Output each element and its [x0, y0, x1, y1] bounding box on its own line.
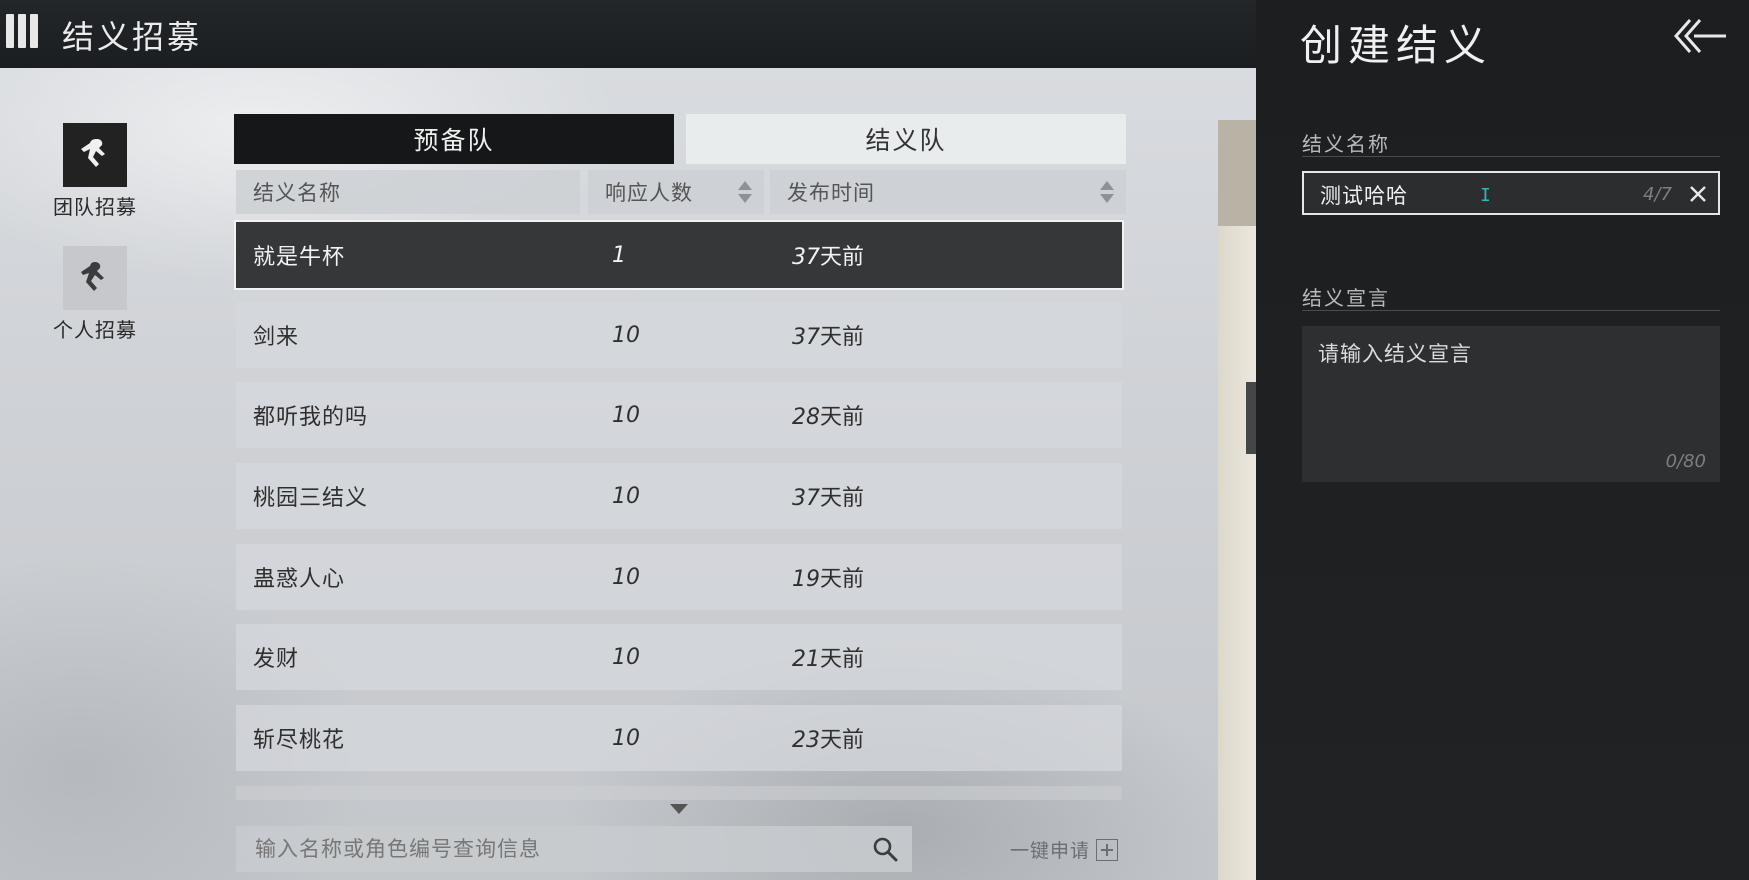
- divider: [1302, 156, 1720, 157]
- table-row[interactable]: 剑来 10 37天前: [236, 302, 1122, 368]
- clear-icon[interactable]: [1688, 184, 1708, 204]
- scroll-down-indicator-icon[interactable]: [670, 804, 688, 814]
- row-count: 10: [612, 564, 640, 590]
- top-bar: 结义招募: [0, 0, 1256, 68]
- search-icon[interactable]: [872, 836, 898, 862]
- row-days: 37: [792, 486, 820, 511]
- one-click-apply-button[interactable]: 一键申请: [1010, 836, 1119, 863]
- row-days: 21: [792, 647, 820, 672]
- table-row[interactable]: 都听我的吗 10 28天前: [236, 382, 1122, 448]
- row-time: 21天前: [792, 641, 864, 673]
- row-count: 10: [612, 483, 640, 509]
- row-time: 19天前: [792, 561, 864, 593]
- table-row[interactable]: 就是牛杯 1 37天前: [234, 220, 1124, 290]
- row-count: 10: [612, 322, 640, 348]
- declaration-field: 0/80: [1302, 326, 1720, 482]
- row-days: 37: [792, 245, 820, 270]
- row-time: 28天前: [792, 399, 864, 431]
- row-name: 桃园三结义: [253, 486, 369, 511]
- row-time: 37天前: [792, 239, 864, 271]
- table-row-partial: [236, 786, 1122, 800]
- scroll-edge-cap: [1218, 120, 1256, 226]
- one-click-apply-label: 一键申请: [1010, 840, 1091, 862]
- back-arrow-icon[interactable]: [1672, 16, 1728, 56]
- sort-icon[interactable]: [738, 181, 752, 203]
- menu-icon[interactable]: [6, 14, 42, 48]
- row-time: 37天前: [792, 319, 864, 351]
- row-days: 37: [792, 325, 820, 350]
- row-time: 37天前: [792, 480, 864, 512]
- row-days-suffix: 天前: [820, 405, 865, 430]
- tab-reserve-team[interactable]: 预备队: [234, 114, 674, 164]
- row-time: 23天前: [792, 722, 864, 754]
- scroll-edge-band: [1246, 382, 1256, 454]
- row-days-suffix: 天前: [820, 486, 865, 511]
- name-field: I 4/7: [1302, 171, 1720, 215]
- column-header-time[interactable]: 发布时间: [770, 170, 1126, 214]
- search-input[interactable]: [253, 836, 857, 862]
- main-area: 团队招募 个人招募 预备队 结义队 结义名称 响应人数 发布时间 就是牛杯 1 …: [0, 68, 1256, 880]
- nav-personal-recruit[interactable]: 个人招募: [48, 246, 142, 343]
- create-sworn-panel: 创建结义 结义名称 I 4/7 结义宣言 0/80: [1256, 0, 1749, 880]
- column-header-time-label: 发布时间: [787, 181, 875, 205]
- name-input[interactable]: [1318, 179, 1582, 211]
- plus-icon: [1096, 838, 1119, 861]
- row-name: 发财: [253, 647, 300, 672]
- name-char-counter: 4/7: [1643, 184, 1672, 205]
- row-name: 剑来: [253, 325, 300, 350]
- row-days-suffix: 天前: [820, 647, 865, 672]
- row-days-suffix: 天前: [820, 245, 865, 270]
- table-row[interactable]: 蛊惑人心 10 19天前: [236, 544, 1122, 610]
- column-header-name: 结义名称: [236, 170, 580, 214]
- nav-team-recruit-label: 团队招募: [53, 195, 137, 219]
- name-field-label: 结义名称: [1302, 132, 1390, 156]
- row-name: 斩尽桃花: [253, 728, 346, 753]
- table-row[interactable]: 桃园三结义 10 37天前: [236, 463, 1122, 529]
- background-scroll-edge: [1218, 120, 1256, 880]
- sort-icon[interactable]: [1100, 181, 1114, 203]
- row-name: 就是牛杯: [253, 245, 346, 270]
- team-recruit-icon: [63, 123, 127, 187]
- declaration-field-label: 结义宣言: [1302, 286, 1390, 310]
- panel-title: 创建结义: [1300, 21, 1493, 70]
- table-row[interactable]: 发财 10 21天前: [236, 624, 1122, 690]
- row-count: 10: [612, 644, 640, 670]
- row-count: 10: [612, 402, 640, 428]
- page-title: 结义招募: [62, 18, 203, 56]
- row-days: 28: [792, 405, 820, 430]
- row-days: 23: [792, 728, 820, 753]
- search-bar: [236, 826, 912, 872]
- personal-recruit-icon: [63, 246, 127, 310]
- row-days-suffix: 天前: [820, 567, 865, 592]
- nav-team-recruit[interactable]: 团队招募: [48, 123, 142, 220]
- row-days: 19: [792, 567, 820, 592]
- tab-sworn-team[interactable]: 结义队: [686, 114, 1126, 164]
- row-name: 蛊惑人心: [253, 567, 346, 592]
- declaration-input[interactable]: [1316, 336, 1710, 440]
- declaration-char-counter: 0/80: [1665, 451, 1706, 472]
- divider: [1302, 310, 1720, 311]
- row-name: 都听我的吗: [253, 405, 369, 430]
- nav-personal-recruit-label: 个人招募: [53, 318, 137, 342]
- text-cursor-icon: I: [1480, 185, 1491, 206]
- row-count: 10: [612, 725, 640, 751]
- column-header-count[interactable]: 响应人数: [588, 170, 764, 214]
- column-header-count-label: 响应人数: [605, 181, 693, 205]
- table-row[interactable]: 斩尽桃花 10 23天前: [236, 705, 1122, 771]
- row-count: 1: [612, 242, 626, 268]
- row-days-suffix: 天前: [820, 728, 865, 753]
- row-days-suffix: 天前: [820, 325, 865, 350]
- column-header-name-label: 结义名称: [253, 181, 341, 205]
